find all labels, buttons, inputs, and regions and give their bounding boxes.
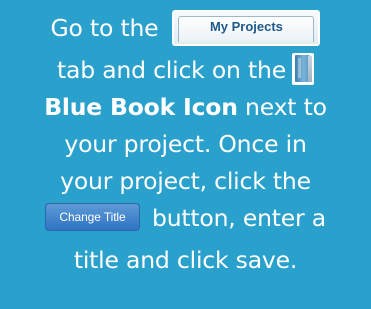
instruction-line-3: Blue Book Icon next to	[0, 89, 371, 126]
instruction-your-project-text: your project. Once in	[64, 130, 307, 158]
blue-book-icon[interactable]	[291, 52, 314, 85]
book-pages	[307, 55, 312, 82]
instruction-line-5: your project, click the	[0, 163, 371, 200]
change-title-button[interactable]: Change Title	[44, 203, 140, 231]
book-shine	[297, 57, 301, 78]
change-title-button-label: Change Title	[59, 210, 126, 224]
instruction-line-4: your project. Once in	[0, 126, 371, 163]
instruction-tab-click-text: tab and click on the	[57, 56, 286, 84]
instruction-click-the-text: your project, click the	[60, 167, 311, 195]
instruction-line-6: Change Title button, enter a	[0, 200, 371, 237]
instruction-button-enter-text: button, enter a	[151, 204, 326, 232]
instruction-line-7: title and click save.	[0, 237, 371, 280]
instruction-title-save-text: title and click save.	[73, 246, 298, 274]
instruction-line-2: tab and click on the	[0, 52, 371, 89]
instruction-line-1: Go to the My Projects	[0, 0, 371, 52]
instruction-panel: Go to the My Projects tab and click on th…	[0, 0, 371, 309]
my-projects-tab-label: My Projects	[209, 18, 283, 34]
blue-book-icon-label: Blue Book Icon	[44, 93, 238, 121]
instruction-next-to-text: next to	[237, 93, 327, 121]
my-projects-tab[interactable]: My Projects	[172, 9, 321, 46]
instruction-go-to-text: Go to the	[50, 14, 159, 42]
